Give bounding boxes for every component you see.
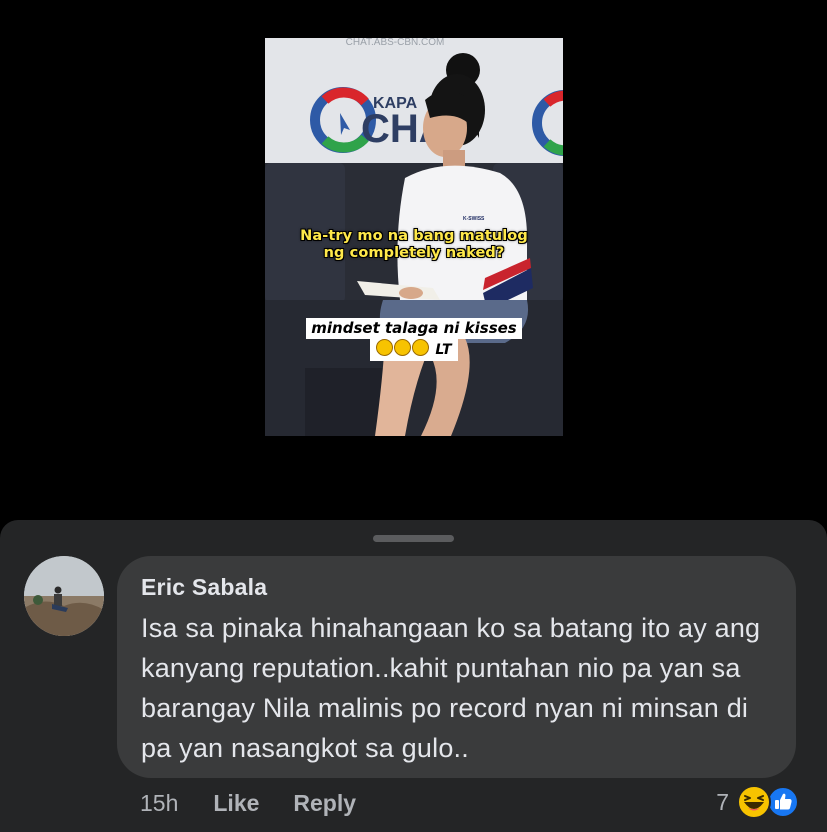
comment-text: Isa sa pinaka hinahangaan ko sa batang i… [141,613,761,763]
overlay-caption: mindset talaga ni kisses LT [265,318,563,361]
like-icon [767,786,799,818]
comment-bubble[interactable]: Eric Sabala Isa sa pinaka hinahangaan ko… [117,556,796,778]
caption-line-2: ng completely naked? [323,245,505,261]
comments-sheet: Eric Sabala Isa sa pinaka hinahangaan ko… [0,520,827,832]
comment-timestamp[interactable]: 15h [140,790,178,817]
laughing-emoji-icon [394,339,412,356]
laughing-emoji-icon [376,339,394,356]
video-player[interactable]: CHAT.ABS-CBN.COM KAPA CHA K-SWISS Na-try… [265,38,563,436]
caption-line-1: Na-try mo na bang matulog [300,228,528,244]
reply-button[interactable]: Reply [293,790,356,817]
laughing-emoji-icon [412,339,430,356]
comment-actions: 15h Like Reply [140,788,356,818]
drag-handle[interactable] [373,535,454,542]
overlay-line-1: mindset talaga ni kisses [306,318,522,339]
like-button[interactable]: Like [213,790,259,817]
reaction-icons [737,785,803,819]
comment-author[interactable]: Eric Sabala [141,574,267,601]
reaction-count: 7 [716,788,729,815]
watermark-text: CHAT.ABS-CBN.COM [346,38,445,48]
overlay-line-2: LT [370,339,458,361]
reaction-summary[interactable]: 7 [716,784,803,820]
video-caption: Na-try mo na bang matulog ng completely … [265,228,563,262]
screen: CHAT.ABS-CBN.COM KAPA CHA K-SWISS Na-try… [0,0,827,832]
haha-icon [737,785,771,819]
avatar-image [24,556,104,636]
shirt-brand-text: K-SWISS [463,216,485,222]
overlay-lt-text: LT [435,342,452,358]
avatar[interactable] [24,556,104,636]
